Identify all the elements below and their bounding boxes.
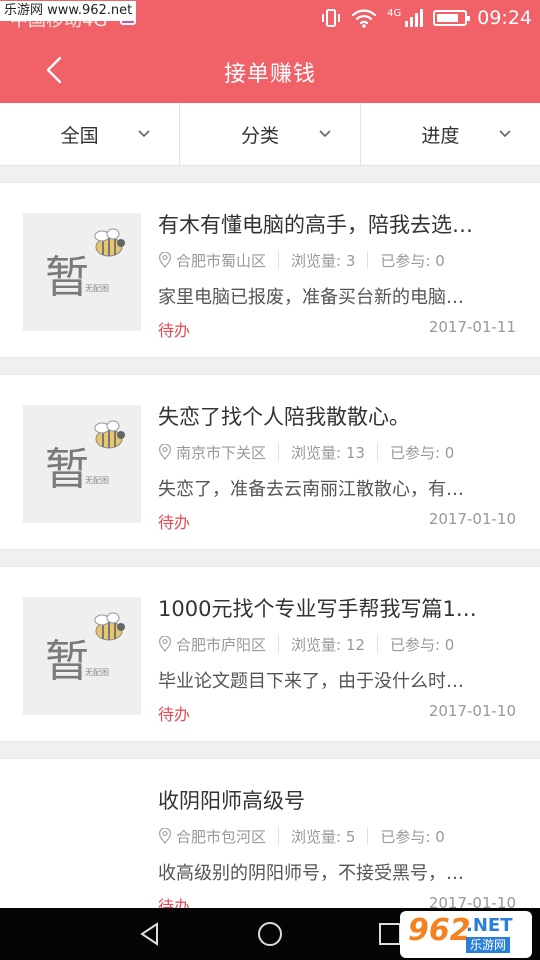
signal-icon <box>405 9 424 27</box>
task-title: 收阴阳师高级号 <box>158 789 305 813</box>
placeholder-char: 暂 <box>45 444 89 495</box>
bee-icon <box>94 228 125 257</box>
chevron-down-icon <box>499 130 511 138</box>
task-joined: 已参与: 0 <box>389 443 455 462</box>
task-meta: 合肥市包河区 浏览量: 5 已参与: 0 <box>158 825 445 847</box>
watermark-logo: 962 .NET 乐游网 <box>400 911 532 958</box>
task-location: 合肥市包河区 <box>176 827 267 846</box>
placeholder-char: 暂 <box>45 252 89 303</box>
filter-progress-label: 进度 <box>421 124 460 147</box>
battery-level <box>437 14 459 22</box>
placeholder-caption: 无配图 <box>85 668 109 677</box>
divider <box>278 635 280 653</box>
task-thumbnail: 暂 无配图 <box>23 405 141 523</box>
bee-icon <box>94 420 125 449</box>
chevron-down-icon <box>319 130 331 138</box>
task-date: 2017-01-10 <box>428 510 516 528</box>
divider <box>278 443 280 461</box>
task-meta: 合肥市庐阳区 浏览量: 12 已参与: 0 <box>158 633 454 655</box>
chevron-down-icon <box>138 130 150 138</box>
filter-region-label: 全国 <box>60 124 99 147</box>
location-pin-icon <box>158 252 172 268</box>
clock: 09:24 <box>477 7 532 29</box>
task-title: 有木有懂电脑的高手，陪我去选… <box>158 213 473 237</box>
task-card[interactable]: 暂 无配图 1000元找个专业写手帮我写篇1… 合肥市庐阳区 浏览量: 12 已… <box>0 566 540 742</box>
battery-icon <box>433 10 471 26</box>
task-status: 待办 <box>158 513 191 532</box>
watermark-top: 乐游网 www.962.net <box>0 1 137 21</box>
location-pin-icon <box>158 444 172 460</box>
filter-progress[interactable]: 进度 <box>359 103 540 165</box>
filter-bar: 全国 分类 进度 <box>0 103 540 166</box>
task-joined: 已参与: 0 <box>380 827 445 846</box>
task-date: 2017-01-11 <box>428 318 516 336</box>
task-location: 合肥市庐阳区 <box>176 635 267 654</box>
task-location: 南京市下关区 <box>176 443 267 462</box>
bee-icon <box>94 612 125 641</box>
task-description: 毕业论文题目下来了，由于没什么时… <box>158 671 464 692</box>
task-views: 浏览量: 13 <box>291 443 365 462</box>
watermark-domain: .NET <box>466 915 513 936</box>
divider <box>367 251 369 269</box>
wifi-icon <box>352 9 377 28</box>
task-card[interactable]: 暂 无配图 有木有懂电脑的高手，陪我去选… 合肥市蜀山区 浏览量: 3 已参与:… <box>0 182 540 358</box>
watermark-sub: 乐游网 <box>466 937 511 953</box>
task-meta: 合肥市蜀山区 浏览量: 3 已参与: 0 <box>158 249 445 271</box>
task-status: 待办 <box>158 705 191 724</box>
divider <box>278 251 280 269</box>
placeholder-caption: 无配图 <box>85 476 109 485</box>
back-triangle-icon[interactable] <box>136 920 164 948</box>
task-title: 失恋了找个人陪我散散心。 <box>158 405 410 429</box>
task-joined: 已参与: 0 <box>389 635 455 654</box>
placeholder-char: 暂 <box>45 636 89 687</box>
task-status: 待办 <box>158 321 191 340</box>
task-views: 浏览量: 5 <box>291 827 356 846</box>
task-thumbnail <box>23 789 141 907</box>
task-title: 1000元找个专业写手帮我写篇1… <box>158 597 477 621</box>
watermark-number: 962 <box>408 913 471 948</box>
task-views: 浏览量: 3 <box>291 251 356 270</box>
task-thumbnail: 暂 无配图 <box>23 597 141 715</box>
network-type-label: 4G <box>387 7 402 19</box>
divider <box>367 827 369 845</box>
task-card[interactable]: 暂 无配图 失恋了找个人陪我散散心。 南京市下关区 浏览量: 13 已参与: 0… <box>0 374 540 550</box>
task-description: 失恋了，准备去云南丽江散散心，有… <box>158 479 464 500</box>
divider <box>278 827 280 845</box>
task-views: 浏览量: 12 <box>291 635 365 654</box>
divider <box>376 635 378 653</box>
status-icons: 4G 09:24 <box>321 6 532 30</box>
task-meta: 南京市下关区 浏览量: 13 已参与: 0 <box>158 441 454 463</box>
filter-category-label: 分类 <box>240 124 279 147</box>
task-thumbnail: 暂 无配图 <box>23 213 141 331</box>
filter-category[interactable]: 分类 <box>179 103 359 165</box>
page-title: 接单赚钱 <box>223 62 316 87</box>
filter-region[interactable]: 全国 <box>0 103 179 165</box>
task-date: 2017-01-10 <box>428 702 516 720</box>
task-joined: 已参与: 0 <box>380 251 445 270</box>
vibrate-icon <box>322 9 341 27</box>
task-description: 家里电脑已报废，准备买台新的电脑… <box>158 287 464 308</box>
divider <box>376 443 378 461</box>
placeholder-caption: 无配图 <box>85 284 109 293</box>
task-location: 合肥市蜀山区 <box>176 251 267 270</box>
location-pin-icon <box>158 828 172 844</box>
home-circle-icon[interactable] <box>256 920 284 948</box>
location-pin-icon <box>158 636 172 652</box>
task-description: 收高级别的阴阳师号，不接受黑号，… <box>158 863 464 884</box>
